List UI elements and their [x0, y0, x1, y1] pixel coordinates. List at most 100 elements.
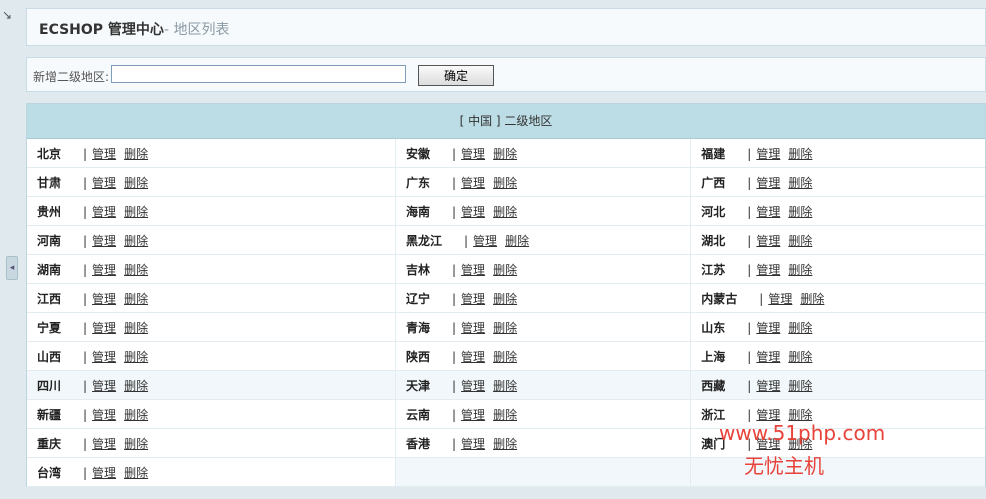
- delete-link[interactable]: 删除: [124, 176, 148, 190]
- delete-link[interactable]: 删除: [788, 147, 812, 161]
- region-name: 天津: [406, 378, 431, 393]
- manage-link[interactable]: 管理: [756, 350, 780, 364]
- manage-link[interactable]: 管理: [461, 176, 485, 190]
- chevron-left-icon[interactable]: ◂: [6, 256, 18, 280]
- manage-link[interactable]: 管理: [461, 147, 485, 161]
- delete-link[interactable]: 删除: [788, 205, 812, 219]
- manage-link[interactable]: 管理: [461, 437, 485, 451]
- link-separator: |: [452, 407, 457, 422]
- link-separator: |: [83, 436, 88, 451]
- region-name: 香港: [406, 436, 431, 451]
- manage-link[interactable]: 管理: [768, 292, 792, 306]
- delete-link[interactable]: 删除: [124, 350, 148, 364]
- link-separator: |: [83, 175, 88, 190]
- link-separator: |: [464, 233, 469, 248]
- manage-link[interactable]: 管理: [756, 205, 780, 219]
- delete-link[interactable]: 删除: [124, 437, 148, 451]
- table-row: 四川 | 管理 删除 天津 | 管理 删除 西藏 | 管理 删除: [27, 370, 985, 400]
- delete-link[interactable]: 删除: [124, 379, 148, 393]
- manage-link[interactable]: 管理: [92, 321, 116, 335]
- delete-link[interactable]: 删除: [493, 147, 517, 161]
- delete-link[interactable]: 删除: [124, 321, 148, 335]
- manage-link[interactable]: 管理: [461, 350, 485, 364]
- delete-link[interactable]: 删除: [800, 292, 824, 306]
- delete-link[interactable]: 删除: [124, 205, 148, 219]
- page-subtitle: - 地区列表: [163, 22, 230, 38]
- delete-link[interactable]: 删除: [493, 176, 517, 190]
- manage-link[interactable]: 管理: [461, 408, 485, 422]
- delete-link[interactable]: 删除: [124, 466, 148, 480]
- delete-link[interactable]: 删除: [493, 263, 517, 277]
- delete-link[interactable]: 删除: [493, 379, 517, 393]
- region-cell: 黑龙江 | 管理 删除: [394, 225, 691, 255]
- manage-link[interactable]: 管理: [461, 263, 485, 277]
- manage-link[interactable]: 管理: [92, 263, 116, 277]
- region-name: 湖南: [37, 262, 62, 277]
- manage-link[interactable]: 管理: [756, 379, 780, 393]
- manage-link[interactable]: 管理: [756, 176, 780, 190]
- manage-link[interactable]: 管理: [473, 234, 497, 248]
- delete-link[interactable]: 删除: [124, 408, 148, 422]
- delete-link[interactable]: 删除: [493, 321, 517, 335]
- region-cell: 江苏 | 管理 删除: [690, 254, 985, 284]
- delete-link[interactable]: 删除: [493, 205, 517, 219]
- region-name: 台湾: [37, 465, 62, 480]
- delete-link[interactable]: 删除: [124, 147, 148, 161]
- manage-link[interactable]: 管理: [92, 379, 116, 393]
- watermark-url: www.51php.com: [719, 421, 886, 445]
- region-name-input[interactable]: [111, 65, 406, 83]
- delete-link[interactable]: 删除: [493, 437, 517, 451]
- table-row: 河南 | 管理 删除 黑龙江 | 管理 删除 湖北 | 管理 删除: [27, 225, 985, 255]
- delete-link[interactable]: 删除: [788, 234, 812, 248]
- submit-button[interactable]: 确定: [418, 65, 494, 86]
- manage-link[interactable]: 管理: [756, 147, 780, 161]
- manage-link[interactable]: 管理: [92, 205, 116, 219]
- manage-link[interactable]: 管理: [92, 437, 116, 451]
- region-name: 海南: [406, 204, 431, 219]
- link-separator: |: [83, 291, 88, 306]
- manage-link[interactable]: 管理: [756, 408, 780, 422]
- manage-link[interactable]: 管理: [756, 321, 780, 335]
- manage-link[interactable]: 管理: [756, 263, 780, 277]
- region-name: 新疆: [37, 407, 62, 422]
- region-cell: 西藏 | 管理 删除: [690, 370, 985, 400]
- delete-link[interactable]: 删除: [493, 408, 517, 422]
- empty-cell: [690, 457, 985, 487]
- region-cell: 陕西 | 管理 删除: [394, 341, 691, 371]
- region-name: 内蒙古: [701, 291, 738, 306]
- manage-link[interactable]: 管理: [461, 321, 485, 335]
- manage-link[interactable]: 管理: [92, 147, 116, 161]
- manage-link[interactable]: 管理: [92, 234, 116, 248]
- delete-link[interactable]: 删除: [788, 321, 812, 335]
- manage-link[interactable]: 管理: [461, 379, 485, 393]
- manage-link[interactable]: 管理: [461, 205, 485, 219]
- region-name: 河北: [701, 204, 726, 219]
- region-cell: 香港 | 管理 删除: [394, 428, 691, 458]
- manage-link[interactable]: 管理: [92, 350, 116, 364]
- delete-link[interactable]: 删除: [493, 350, 517, 364]
- delete-link[interactable]: 删除: [493, 292, 517, 306]
- region-cell: 内蒙古 | 管理 删除: [690, 283, 985, 313]
- region-cell: 河南 | 管理 删除: [27, 225, 396, 255]
- delete-link[interactable]: 删除: [788, 379, 812, 393]
- delete-link[interactable]: 删除: [788, 408, 812, 422]
- delete-link[interactable]: 删除: [124, 292, 148, 306]
- link-separator: |: [747, 233, 752, 248]
- manage-link[interactable]: 管理: [756, 234, 780, 248]
- manage-link[interactable]: 管理: [461, 292, 485, 306]
- delete-link[interactable]: 删除: [124, 263, 148, 277]
- region-name: 云南: [406, 407, 431, 422]
- delete-link[interactable]: 删除: [124, 234, 148, 248]
- link-separator: |: [452, 349, 457, 364]
- delete-link[interactable]: 删除: [788, 176, 812, 190]
- manage-link[interactable]: 管理: [92, 466, 116, 480]
- region-cell: 安徽 | 管理 删除: [394, 139, 691, 168]
- manage-link[interactable]: 管理: [92, 292, 116, 306]
- region-name: 广东: [406, 175, 431, 190]
- manage-link[interactable]: 管理: [92, 408, 116, 422]
- region-name: 上海: [701, 349, 726, 364]
- delete-link[interactable]: 删除: [505, 234, 529, 248]
- delete-link[interactable]: 删除: [788, 350, 812, 364]
- manage-link[interactable]: 管理: [92, 176, 116, 190]
- delete-link[interactable]: 删除: [788, 263, 812, 277]
